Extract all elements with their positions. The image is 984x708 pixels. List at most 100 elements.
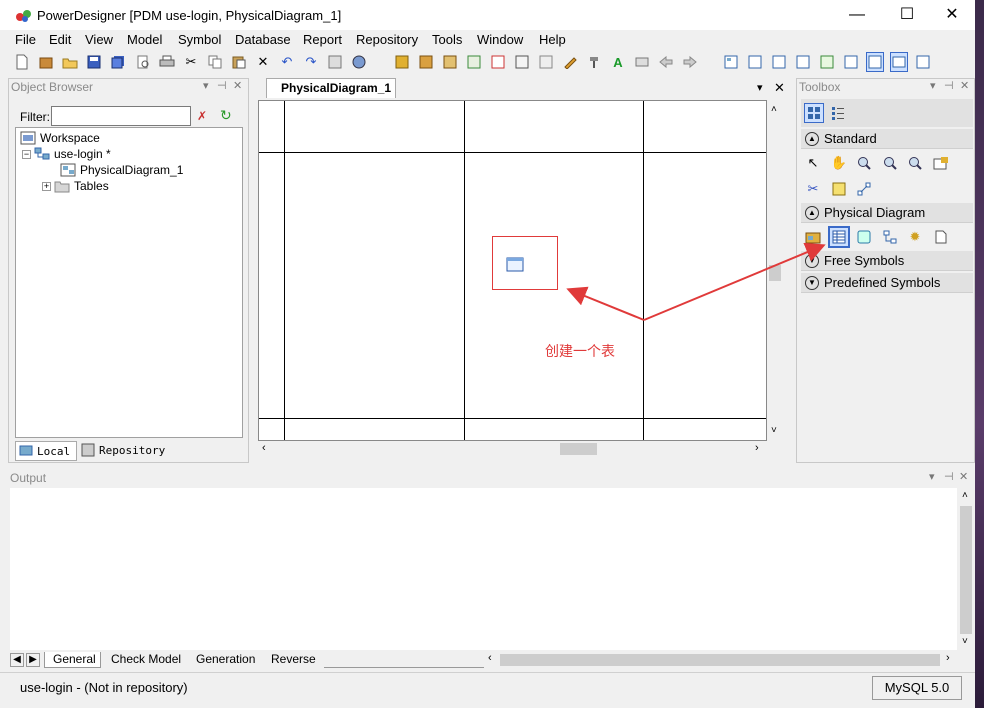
- tab-generation[interactable]: Generation: [193, 652, 259, 668]
- diagram-check-icon[interactable]: [818, 52, 836, 72]
- new-project-icon[interactable]: [37, 52, 55, 72]
- merge-icon[interactable]: [537, 52, 555, 72]
- procedure-tool-icon[interactable]: ✹: [905, 227, 925, 247]
- pointer-icon[interactable]: ↖: [803, 153, 823, 173]
- tab-check-model[interactable]: Check Model: [108, 652, 185, 668]
- pin-icon[interactable]: ⊣: [217, 79, 227, 92]
- new-icon[interactable]: [13, 52, 31, 72]
- copy-icon[interactable]: [206, 52, 224, 72]
- menu-symbol[interactable]: Symbol: [178, 32, 221, 47]
- list-view-icon[interactable]: [828, 103, 848, 123]
- reference-tool-icon[interactable]: [880, 227, 900, 247]
- refresh-icon[interactable]: ↻: [220, 107, 232, 124]
- paste-icon[interactable]: [230, 52, 248, 72]
- menu-edit[interactable]: Edit: [49, 32, 71, 47]
- undo-icon[interactable]: ↶: [278, 52, 296, 72]
- check-model-icon[interactable]: [350, 52, 368, 72]
- panel-close-icon[interactable]: ✕: [959, 470, 968, 483]
- output-text-area[interactable]: [10, 488, 957, 650]
- diagram-menu-icon[interactable]: ▾: [757, 81, 763, 94]
- diagram-close-icon[interactable]: ✕: [774, 80, 785, 96]
- note-icon[interactable]: [829, 179, 849, 199]
- back-icon[interactable]: [657, 52, 675, 72]
- pin-icon[interactable]: ⊣: [944, 470, 954, 483]
- grabber-hand-icon[interactable]: ✋: [829, 153, 849, 173]
- tree-item-tables[interactable]: + Tables: [42, 179, 109, 193]
- link-icon[interactable]: [854, 179, 874, 199]
- pen-icon[interactable]: [561, 52, 579, 72]
- diagram-result-icon[interactable]: [842, 52, 860, 72]
- clear-filter-icon[interactable]: ✗: [197, 109, 207, 123]
- expand-icon[interactable]: +: [42, 181, 51, 191]
- output-horizontal-scrollbar[interactable]: ‹ ›: [484, 652, 958, 668]
- zoom-fit-icon[interactable]: [905, 153, 925, 173]
- menu-model[interactable]: Model: [127, 32, 162, 47]
- view-tool-icon[interactable]: [854, 227, 874, 247]
- panel-menu-icon[interactable]: ▾: [930, 79, 936, 92]
- print-icon[interactable]: [158, 52, 176, 72]
- delete-icon[interactable]: ✕: [254, 52, 272, 72]
- font-icon[interactable]: A: [609, 52, 627, 72]
- tree-item-model[interactable]: − use-login *: [22, 147, 111, 161]
- tab-scroll-right-icon[interactable]: ▶: [26, 653, 40, 667]
- diagram-horizontal-scrollbar[interactable]: ‹ ›: [258, 441, 767, 457]
- panel-close-icon[interactable]: ✕: [960, 79, 969, 92]
- zoom-in-icon[interactable]: [854, 153, 874, 173]
- align-icon[interactable]: [633, 52, 651, 72]
- generate-icon[interactable]: [393, 52, 411, 72]
- tab-scroll-left-icon[interactable]: ◀: [10, 653, 24, 667]
- menu-help[interactable]: Help: [539, 32, 566, 47]
- forward-icon[interactable]: [681, 52, 699, 72]
- menu-view[interactable]: View: [85, 32, 113, 47]
- file-tool-icon[interactable]: [931, 227, 951, 247]
- model-check-icon[interactable]: [489, 52, 507, 72]
- tab-local[interactable]: Local: [15, 441, 77, 461]
- menu-report[interactable]: Report: [303, 32, 342, 47]
- toolbox-group-standard[interactable]: ▲ Standard: [801, 129, 973, 149]
- open-icon[interactable]: [61, 52, 79, 72]
- tab-physical-diagram[interactable]: PhysicalDiagram_1: [266, 78, 396, 98]
- large-icons-view-icon[interactable]: [804, 103, 824, 123]
- panel-menu-icon[interactable]: ▾: [203, 79, 209, 92]
- panel-menu-icon[interactable]: ▾: [929, 470, 935, 483]
- impact-analysis-icon[interactable]: [441, 52, 459, 72]
- zoom-out-icon[interactable]: [880, 153, 900, 173]
- reverse-engineer-icon[interactable]: [417, 52, 435, 72]
- redo-icon[interactable]: ↷: [302, 52, 320, 72]
- menu-window[interactable]: Window: [477, 32, 523, 47]
- maximize-button[interactable]: ☐: [884, 0, 930, 30]
- table-symbol-icon[interactable]: [506, 257, 524, 272]
- format-painter-icon[interactable]: [585, 52, 603, 72]
- scissors-icon[interactable]: ✂: [803, 179, 823, 199]
- output-toggle-icon[interactable]: [890, 52, 908, 72]
- panel-close-icon[interactable]: ✕: [233, 79, 242, 92]
- tab-reverse[interactable]: Reverse: [268, 652, 320, 668]
- diagram-list-icon[interactable]: [746, 52, 764, 72]
- filter-input[interactable]: [51, 106, 191, 126]
- diagram-view-icon[interactable]: [722, 52, 740, 72]
- tab-general[interactable]: General: [44, 652, 101, 668]
- tab-repository[interactable]: Repository: [81, 441, 171, 459]
- properties-tool-icon[interactable]: [931, 153, 951, 173]
- minimize-button[interactable]: —: [834, 0, 880, 30]
- dbms-indicator[interactable]: MySQL 5.0: [872, 676, 962, 700]
- cut-icon[interactable]: ✂: [182, 52, 200, 72]
- properties-icon[interactable]: [326, 52, 344, 72]
- compare-icon[interactable]: [513, 52, 531, 72]
- result-list-icon[interactable]: [914, 52, 932, 72]
- toolbox-toggle-icon[interactable]: [866, 52, 884, 72]
- tree-item-physical-diagram[interactable]: PhysicalDiagram_1: [60, 163, 183, 177]
- save-icon[interactable]: [85, 52, 103, 72]
- close-button[interactable]: ✕: [929, 0, 975, 30]
- save-all-icon[interactable]: [109, 52, 127, 72]
- menu-tools[interactable]: Tools: [432, 32, 462, 47]
- menu-repository[interactable]: Repository: [356, 32, 418, 47]
- menu-file[interactable]: File: [15, 32, 36, 47]
- pin-icon[interactable]: ⊣: [944, 79, 954, 92]
- print-preview-icon[interactable]: [134, 52, 152, 72]
- menu-database[interactable]: Database: [235, 32, 291, 47]
- output-vertical-scrollbar[interactable]: ˄ ˅: [958, 488, 974, 650]
- diagram-output-icon[interactable]: [794, 52, 812, 72]
- collapse-icon[interactable]: −: [22, 149, 31, 159]
- tree-item-workspace[interactable]: Workspace: [20, 131, 100, 145]
